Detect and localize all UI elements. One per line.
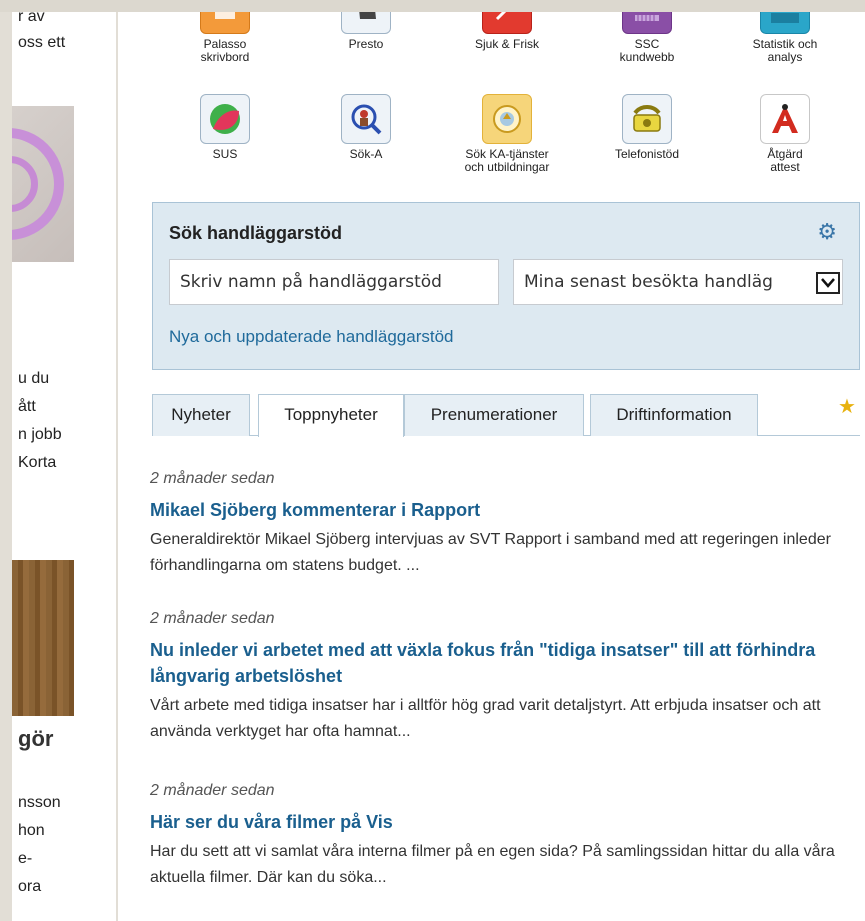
- news-item: 2 månader sedan Nu inleder vi arbetet me…: [150, 610, 860, 745]
- app-tile-sok-ka[interactable]: Sök KA-tjänster och utbildningar: [448, 94, 566, 174]
- tab-nyheter[interactable]: Nyheter: [152, 394, 250, 436]
- search-panel: Sök handläggarstöd ⚙ Skriv namn på handl…: [152, 202, 860, 370]
- app-label: Statistik och analys: [752, 37, 818, 64]
- sok-ka-icon: [482, 94, 532, 144]
- news-tabs: Nyheter Toppnyheter Prenumerationer Drif…: [152, 394, 860, 437]
- app-tile-sus[interactable]: SUS: [166, 94, 284, 161]
- app-tile-sjuk-frisk[interactable]: Sjuk & Frisk: [448, 12, 566, 51]
- left-text-fragment: oss ett: [18, 34, 66, 51]
- chevron-down-icon[interactable]: [816, 272, 840, 294]
- news-timestamp: 2 månader sedan: [150, 782, 275, 799]
- app-tile-sok-a[interactable]: Sök-A: [307, 94, 425, 161]
- app-tile-presto[interactable]: Presto: [307, 12, 425, 51]
- app-tile-ssc[interactable]: SSC kundwebb: [588, 12, 706, 64]
- news-summary: Vårt arbete med tidiga insatser har i al…: [150, 697, 821, 740]
- star-icon[interactable]: ★: [838, 394, 856, 419]
- news-headline-link[interactable]: Här ser du våra filmer på Vis: [150, 809, 860, 835]
- news-item: 2 månader sedan Mikael Sjöberg kommenter…: [150, 470, 860, 579]
- news-timestamp: 2 månader sedan: [150, 470, 275, 487]
- left-text-fragment: ora: [18, 878, 42, 895]
- app-tile-statistik[interactable]: Statistik och analys: [726, 12, 844, 64]
- left-text-fragment: ått: [18, 398, 36, 415]
- app-label: Sök KA-tjänster och utbildningar: [464, 147, 550, 174]
- page-top-bar: [0, 0, 865, 12]
- app-label: Sjuk & Frisk: [474, 37, 539, 51]
- left-text-fragment: hon: [18, 822, 45, 839]
- news-summary: Har du sett att vi samlat våra interna f…: [150, 843, 835, 886]
- left-text-fragment: nsson: [18, 794, 61, 811]
- sjuk-frisk-icon: [482, 12, 532, 34]
- left-image-wood[interactable]: [12, 560, 74, 716]
- recent-visited-select[interactable]: Mina senast besökta handläg: [513, 259, 843, 305]
- left-column: r av oss ett u du ått n jobb Korta gör n…: [12, 12, 116, 921]
- sok-a-icon: [341, 94, 391, 144]
- left-text-fragment: n jobb: [18, 426, 62, 443]
- left-text-fragment: r av: [18, 12, 45, 25]
- search-panel-title: Sök handläggarstöd: [169, 223, 343, 243]
- search-input[interactable]: Skriv namn på handläggarstöd: [169, 259, 499, 305]
- left-text-fragment: e-: [18, 850, 33, 867]
- news-headline-link[interactable]: Mikael Sjöberg kommenterar i Rapport: [150, 497, 860, 523]
- news-summary: Generaldirektör Mikael Sjöberg intervjua…: [150, 531, 831, 574]
- app-label: Presto: [348, 37, 384, 51]
- tab-driftinformation[interactable]: Driftinformation: [590, 394, 758, 436]
- telephone-icon: [622, 94, 672, 144]
- news-headline-link[interactable]: Nu inleder vi arbetet med att växla foku…: [150, 637, 860, 689]
- sus-icon: [200, 94, 250, 144]
- app-label: SSC kundwebb: [619, 37, 675, 64]
- palasso-icon: [200, 12, 250, 34]
- app-tile-atgard-attest[interactable]: Åtgärd attest: [726, 94, 844, 174]
- app-label: Sök-A: [349, 147, 383, 161]
- new-updated-link[interactable]: Nya och uppdaterade handläggarstöd: [169, 327, 454, 347]
- ssc-icon: [622, 12, 672, 34]
- gear-icon[interactable]: ⚙: [817, 219, 837, 245]
- select-value: Mina senast besökta handläg: [524, 272, 773, 292]
- tab-toppnyheter[interactable]: Toppnyheter: [258, 394, 404, 437]
- app-tile-palasso[interactable]: Palasso skrivbord: [166, 12, 284, 64]
- app-label: Palasso skrivbord: [200, 37, 250, 64]
- left-text-fragment: Korta: [18, 454, 57, 471]
- news-timestamp: 2 månader sedan: [150, 610, 275, 627]
- statistik-icon: [760, 12, 810, 34]
- app-label: Telefonistöd: [614, 147, 680, 161]
- left-heading-fragment[interactable]: gör: [18, 726, 53, 752]
- atgard-icon: [760, 94, 810, 144]
- presto-icon: [341, 12, 391, 34]
- left-image-at-sign[interactable]: [12, 106, 74, 262]
- app-label: Åtgärd attest: [767, 147, 803, 174]
- news-item: 2 månader sedan Här ser du våra filmer p…: [150, 782, 860, 891]
- app-tile-telefonistod[interactable]: Telefonistöd: [588, 94, 706, 161]
- main-content: Palasso skrivbord Presto Sjuk & Frisk SS…: [118, 12, 865, 921]
- left-text-fragment: u du: [18, 370, 50, 387]
- tab-prenumerationer[interactable]: Prenumerationer: [404, 394, 584, 436]
- app-label: SUS: [212, 147, 238, 161]
